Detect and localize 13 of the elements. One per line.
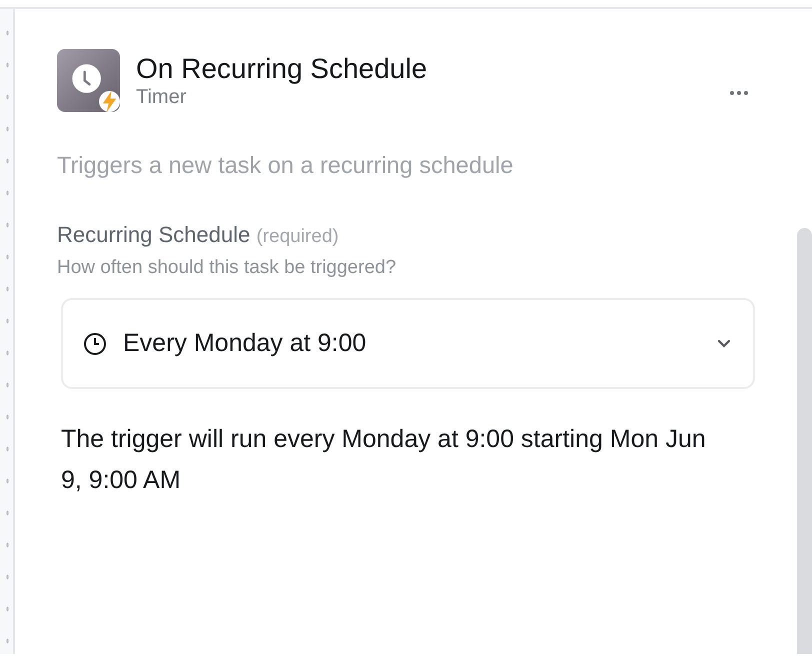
trigger-title: On Recurring Schedule <box>136 52 428 86</box>
field-label: Recurring Schedule <box>57 222 250 248</box>
ellipsis-icon <box>729 90 749 96</box>
chevron-down-icon <box>717 339 731 348</box>
trigger-type: Timer <box>136 85 188 110</box>
schedule-dropdown[interactable]: Every Monday at 9:00 <box>61 298 755 390</box>
schedule-summary: The trigger will run every Monday at 9:00 starting Mon Jun 9, 9:00 AM <box>61 424 707 496</box>
required-note: (required) <box>256 226 339 248</box>
field-hint: How often should this task be triggered? <box>57 256 398 280</box>
clock-icon <box>83 332 107 356</box>
timer-icon <box>57 49 120 112</box>
scrollbar[interactable] <box>797 228 812 654</box>
trigger-description: Triggers a new task on a recurring schedule <box>57 151 514 180</box>
